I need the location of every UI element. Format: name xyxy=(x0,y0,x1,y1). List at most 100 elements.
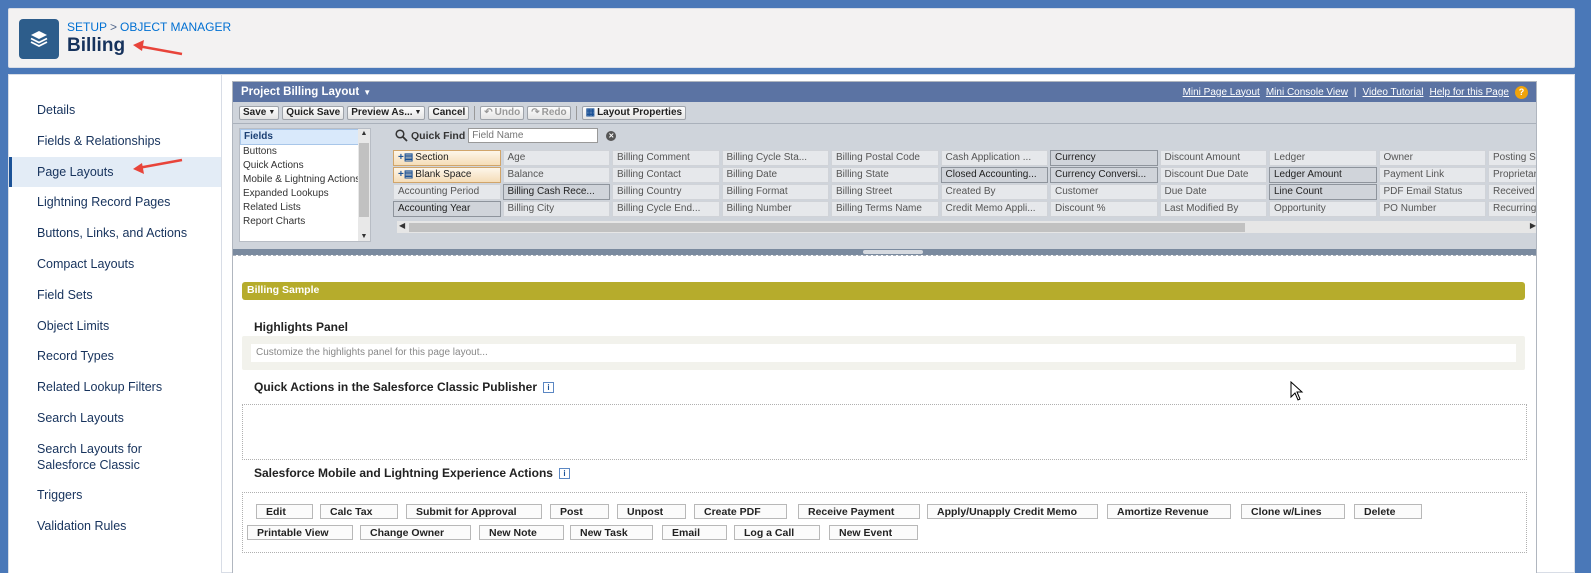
action-calc-tax[interactable]: Calc Tax xyxy=(320,504,398,519)
palette-field[interactable]: Due Date xyxy=(1159,184,1267,200)
sidebar-item-triggers[interactable]: Triggers xyxy=(9,480,221,511)
action-clone-w-lines[interactable]: Clone w/Lines xyxy=(1241,504,1345,519)
palette-field[interactable]: Billing Date xyxy=(721,167,829,183)
palette-field[interactable]: Recurring xyxy=(1488,201,1536,217)
palette-field[interactable]: Credit Memo Appli... xyxy=(940,201,1048,217)
cancel-button[interactable]: Cancel xyxy=(428,105,470,120)
scroll-thumb[interactable] xyxy=(359,143,369,217)
palette-field[interactable]: Last Modified By xyxy=(1159,201,1267,217)
palette-field[interactable]: Payment Link xyxy=(1378,167,1486,183)
palette-field[interactable]: Owner xyxy=(1378,150,1486,166)
palette-field[interactable]: Line Count xyxy=(1269,184,1377,200)
palette-category-fields[interactable]: Fields xyxy=(240,129,370,145)
action-create-pdf[interactable]: Create PDF xyxy=(694,504,787,519)
save-button[interactable]: Save ▼ xyxy=(239,105,280,120)
palette-field[interactable]: Ledger Amount xyxy=(1269,167,1377,183)
quick-actions-dropzone[interactable] xyxy=(242,404,1527,460)
info-icon[interactable]: i xyxy=(558,467,570,479)
palette-field[interactable]: Customer xyxy=(1050,184,1158,200)
sidebar-item-related-lookup-filters[interactable]: Related Lookup Filters xyxy=(9,372,221,403)
palette-category-report-charts[interactable]: Report Charts xyxy=(240,215,370,229)
action-amortize-revenue[interactable]: Amortize Revenue xyxy=(1107,504,1231,519)
palette-field[interactable]: Cash Application ... xyxy=(940,150,1048,166)
palette-category-buttons[interactable]: Buttons xyxy=(240,145,370,159)
action-new-note[interactable]: New Note xyxy=(479,525,564,540)
palette-field[interactable]: Posting St xyxy=(1488,150,1536,166)
palette-category-quick-actions[interactable]: Quick Actions xyxy=(240,159,370,173)
action-delete[interactable]: Delete xyxy=(1354,504,1422,519)
action-change-owner[interactable]: Change Owner xyxy=(360,525,471,540)
preview-as-button[interactable]: Preview As... ▼ xyxy=(347,105,426,120)
video-tutorial-link[interactable]: Video Tutorial xyxy=(1363,87,1424,98)
palette-field[interactable]: Billing Cycle End... xyxy=(612,201,720,217)
sidebar-item-object-limits[interactable]: Object Limits xyxy=(9,311,221,342)
palette-field[interactable]: Billing Contact xyxy=(612,167,720,183)
action-apply-unapply-credit-memo[interactable]: Apply/Unapply Credit Memo xyxy=(927,504,1098,519)
highlights-placeholder[interactable]: Customize the highlights panel for this … xyxy=(251,344,1516,362)
sidebar-item-validation-rules[interactable]: Validation Rules xyxy=(9,511,221,542)
sidebar-item-search-layouts[interactable]: Search Layouts xyxy=(9,403,221,434)
action-new-event[interactable]: New Event xyxy=(829,525,918,540)
palette-field[interactable]: Billing Cash Rece... xyxy=(502,184,610,200)
palette-field[interactable]: Balance xyxy=(502,167,610,183)
field-grid-scrollbar[interactable]: ◀ ▶ xyxy=(397,221,1536,233)
palette-category-mobile-lightning-actions[interactable]: Mobile & Lightning Actions xyxy=(240,173,370,187)
palette-field[interactable]: Billing Number xyxy=(721,201,829,217)
redo-button[interactable]: ↷ Redo xyxy=(527,105,571,120)
palette-field[interactable]: Age xyxy=(502,150,610,166)
action-email[interactable]: Email xyxy=(662,525,727,540)
scroll-left-icon[interactable]: ◀ xyxy=(399,221,405,230)
palette-field[interactable]: PO Number xyxy=(1378,201,1486,217)
action-submit-for-approval[interactable]: Submit for Approval xyxy=(406,504,542,519)
scroll-thumb[interactable] xyxy=(409,223,1245,232)
sidebar-item-record-types[interactable]: Record Types xyxy=(9,341,221,372)
palette-field[interactable]: Accounting Year xyxy=(393,201,501,217)
layout-name-dropdown[interactable]: Project Billing Layout ▼ xyxy=(241,86,371,98)
palette-field[interactable]: Discount Amount xyxy=(1159,150,1267,166)
palette-category-expanded-lookups[interactable]: Expanded Lookups xyxy=(240,187,370,201)
palette-category-related-lists[interactable]: Related Lists xyxy=(240,201,370,215)
palette-field[interactable]: Currency xyxy=(1050,150,1158,166)
palette-field[interactable]: Billing Street xyxy=(831,184,939,200)
clear-icon[interactable]: ✕ xyxy=(606,130,617,141)
quick-find-input[interactable] xyxy=(468,128,599,143)
palette-field[interactable]: Billing State xyxy=(831,167,939,183)
palette-field[interactable]: Billing Country xyxy=(612,184,720,200)
sidebar-item-field-sets[interactable]: Field Sets xyxy=(9,280,221,311)
palette-field[interactable]: Discount Due Date xyxy=(1159,167,1267,183)
action-log-a-call[interactable]: Log a Call xyxy=(734,525,820,540)
undo-button[interactable]: ↶ Undo xyxy=(480,105,525,120)
action-receive-payment[interactable]: Receive Payment xyxy=(798,504,920,519)
palette-field[interactable]: Billing Format xyxy=(721,184,829,200)
palette-field[interactable]: +▤ Section xyxy=(393,150,501,166)
palette-field[interactable]: Proprietar xyxy=(1488,167,1536,183)
sidebar-item-fields-relationships[interactable]: Fields & Relationships xyxy=(9,126,221,157)
info-icon[interactable]: i xyxy=(542,381,554,393)
help-for-this-page-link[interactable]: Help for this Page xyxy=(1430,87,1510,98)
palette-field[interactable]: Billing Terms Name xyxy=(831,201,939,217)
palette-field[interactable]: Billing City xyxy=(502,201,610,217)
mini-console-view-link[interactable]: Mini Console View xyxy=(1266,87,1348,98)
palette-field[interactable]: Opportunity xyxy=(1269,201,1377,217)
sidebar-item-lightning-record-pages[interactable]: Lightning Record Pages xyxy=(9,187,221,218)
action-edit[interactable]: Edit xyxy=(256,504,313,519)
scroll-up-icon[interactable]: ▲ xyxy=(358,130,370,137)
sidebar-item-details[interactable]: Details xyxy=(9,95,221,126)
palette-field[interactable]: Created By xyxy=(940,184,1048,200)
breadcrumb-object-manager[interactable]: OBJECT MANAGER xyxy=(120,20,231,34)
action-printable-view[interactable]: Printable View xyxy=(247,525,353,540)
sidebar-item-page-layouts[interactable]: Page Layouts xyxy=(9,156,221,188)
scroll-right-icon[interactable]: ▶ xyxy=(1530,221,1536,230)
action-unpost[interactable]: Unpost xyxy=(617,504,686,519)
section-header-billing-sample[interactable]: Billing Sample xyxy=(242,282,1525,300)
breadcrumb-setup[interactable]: SETUP xyxy=(67,20,107,34)
action-new-task[interactable]: New Task xyxy=(570,525,653,540)
action-post[interactable]: Post xyxy=(550,504,609,519)
sidebar-item-compact-layouts[interactable]: Compact Layouts xyxy=(9,249,221,280)
palette-field[interactable]: Accounting Period xyxy=(393,184,501,200)
palette-field[interactable]: Currency Conversi... xyxy=(1050,167,1158,183)
scroll-down-icon[interactable]: ▼ xyxy=(358,233,370,240)
sidebar-item-buttons-links-and-actions[interactable]: Buttons, Links, and Actions xyxy=(9,218,221,249)
category-scrollbar[interactable]: ▲ ▼ xyxy=(358,129,370,241)
palette-field[interactable]: PDF Email Status xyxy=(1378,184,1486,200)
